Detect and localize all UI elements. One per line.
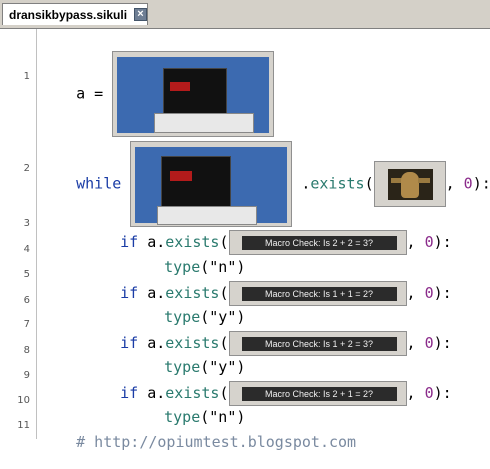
variable-a: a	[76, 84, 86, 103]
number-literal: 0	[424, 233, 434, 251]
line-number: 5	[23, 269, 30, 280]
line-number: 6	[23, 295, 30, 306]
paren-close: ):	[472, 174, 490, 193]
line-number: 10	[17, 395, 30, 406]
sprite-body	[400, 172, 419, 198]
tab-title: dransikbypass.sikuli	[9, 8, 128, 22]
thumbnail-red-block	[170, 171, 193, 181]
line-number: 3	[23, 218, 30, 229]
paren-close: ):	[433, 284, 452, 302]
tab-dransikbypass[interactable]: dransikbypass.sikuli ×	[2, 3, 148, 25]
function-exists: exists	[310, 174, 365, 193]
line-number: 9	[23, 370, 30, 381]
comma: ,	[406, 384, 425, 402]
code-line-11[interactable]: # http://opiumtest.blogspot.com	[40, 415, 356, 469]
thumbnail-window	[163, 68, 228, 116]
number-literal: 0	[424, 284, 434, 302]
line-number: 7	[23, 319, 30, 330]
screenshot-thumbnail	[117, 57, 270, 133]
macro-check-pattern-4[interactable]: Macro Check: Is 2 + 1 = 2?	[228, 381, 407, 406]
paren-close: ):	[433, 233, 452, 251]
macro-check-pattern-3[interactable]: Macro Check: Is 1 + 2 = 3?	[228, 331, 407, 356]
character-sprite-pattern[interactable]	[373, 161, 446, 207]
macro-check-text: Macro Check: Is 1 + 2 = 3?	[241, 337, 397, 351]
paren-open: (	[364, 174, 374, 193]
macro-check-text: Macro Check: Is 1 + 1 = 2?	[241, 287, 397, 301]
line-number: 1	[23, 71, 30, 82]
thumbnail-red-block	[170, 82, 191, 91]
line-number-gutter: 1 2 3 4 5 6 7 8 9 10 11	[0, 29, 37, 439]
number-literal: 0	[424, 384, 434, 402]
sprite-thumbnail	[387, 169, 433, 200]
paren-close: ):	[433, 334, 452, 352]
number-literal: 0	[463, 174, 473, 193]
number-literal: 0	[424, 334, 434, 352]
comment-url: # http://opiumtest.blogspot.com	[76, 433, 357, 451]
line-number: 4	[23, 244, 30, 255]
comma: ,	[406, 284, 425, 302]
dot-op: .	[292, 174, 311, 193]
macro-check-text: Macro Check: Is 2 + 1 = 2?	[241, 387, 397, 401]
line-number: 11	[17, 420, 30, 431]
macro-check-text: Macro Check: Is 2 + 2 = 3?	[241, 236, 397, 250]
macro-check-pattern-1[interactable]: Macro Check: Is 2 + 2 = 3?	[228, 230, 407, 255]
thumbnail-window	[161, 156, 232, 208]
paren-close: ):	[433, 384, 452, 402]
macro-check-pattern-2[interactable]: Macro Check: Is 1 + 1 = 2?	[228, 281, 407, 306]
comma: ,	[406, 334, 425, 352]
sprite-arm	[417, 178, 430, 183]
line-number: 2	[23, 163, 30, 174]
code-editor[interactable]: 1 2 3 4 5 6 7 8 9 10 11 a = while .exist…	[0, 29, 490, 451]
line-number: 8	[23, 345, 30, 356]
assign-op: =	[85, 84, 113, 103]
close-icon[interactable]: ×	[134, 8, 147, 21]
keyword-while: while	[76, 174, 122, 193]
tab-bar: dransikbypass.sikuli ×	[0, 0, 490, 29]
comma: ,	[406, 233, 425, 251]
